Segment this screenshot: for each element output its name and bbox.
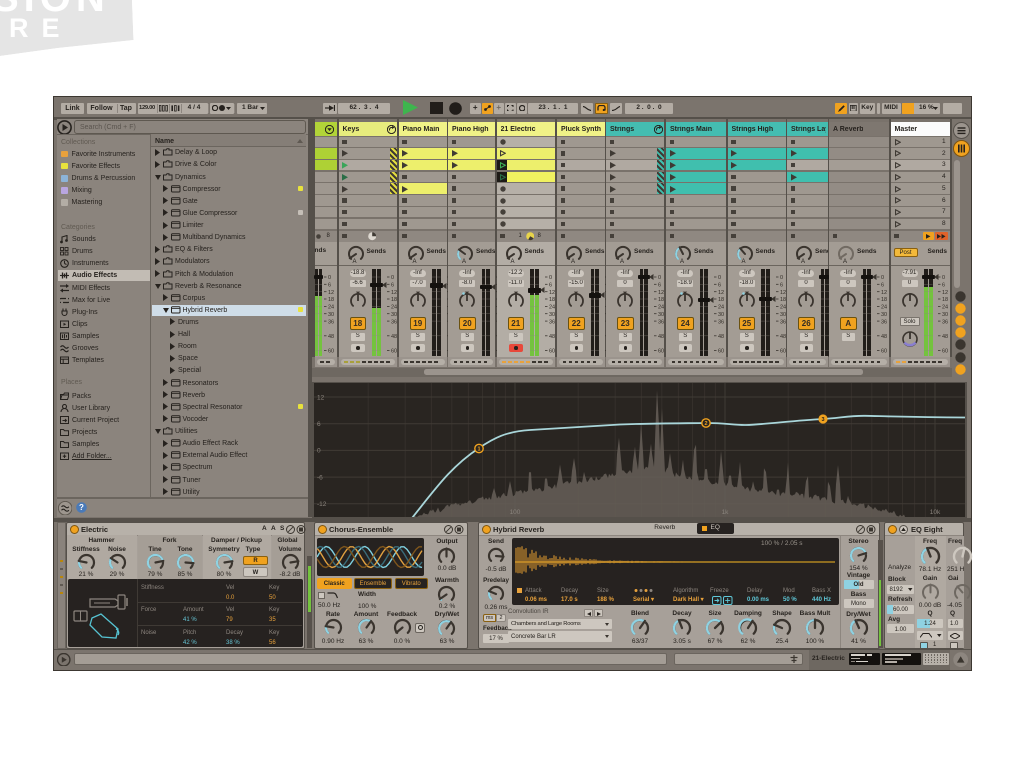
svg-text:18: 18 (718, 297, 724, 303)
svg-text:12: 12 (391, 290, 397, 296)
svg-text:30: 30 (328, 312, 334, 318)
svg-text:18: 18 (549, 297, 555, 303)
svg-text:30: 30 (881, 312, 887, 318)
svg-text:24: 24 (718, 305, 724, 311)
svg-text:0: 0 (780, 275, 783, 281)
svg-text:18: 18 (328, 297, 334, 303)
svg-text:18: 18 (658, 297, 664, 303)
svg-text:60: 60 (942, 349, 948, 355)
svg-text:10k: 10k (930, 509, 941, 516)
svg-text:60: 60 (881, 349, 887, 355)
svg-text:6: 6 (328, 283, 331, 289)
svg-text:-12: -12 (317, 501, 327, 508)
svg-text:36: 36 (391, 319, 397, 325)
svg-text:12: 12 (658, 290, 664, 296)
svg-text:0: 0 (658, 275, 661, 281)
svg-text:0: 0 (328, 275, 331, 281)
svg-text:48: 48 (549, 334, 555, 340)
svg-text:24: 24 (391, 305, 397, 311)
svg-text:ORE: ORE (0, 13, 73, 43)
svg-text:24: 24 (780, 305, 786, 311)
svg-text:60: 60 (718, 349, 724, 355)
svg-text:?: ? (79, 503, 84, 512)
svg-text:18: 18 (942, 297, 948, 303)
svg-text:12: 12 (942, 290, 948, 296)
svg-text:0: 0 (549, 275, 552, 281)
svg-text:6: 6 (881, 283, 884, 289)
svg-text:48: 48 (391, 334, 397, 340)
svg-text:6: 6 (942, 283, 945, 289)
svg-text:18: 18 (391, 297, 397, 303)
svg-text:30: 30 (942, 312, 948, 318)
svg-text:30: 30 (391, 312, 397, 318)
svg-text:36: 36 (780, 319, 786, 325)
svg-text:24: 24 (549, 305, 555, 311)
svg-text:12: 12 (328, 290, 334, 296)
svg-text:0: 0 (881, 275, 884, 281)
svg-text:24: 24 (942, 305, 948, 311)
svg-text:0: 0 (942, 275, 945, 281)
svg-text:12: 12 (549, 290, 555, 296)
svg-text:48: 48 (328, 334, 334, 340)
svg-text:12: 12 (718, 290, 724, 296)
svg-text:3: 3 (821, 417, 824, 423)
svg-text:6: 6 (549, 283, 552, 289)
svg-text:2: 2 (704, 421, 707, 427)
svg-text:12: 12 (317, 394, 325, 401)
svg-text:48: 48 (658, 334, 664, 340)
svg-text:6: 6 (780, 283, 783, 289)
svg-text:60: 60 (391, 349, 397, 355)
svg-text:0: 0 (317, 448, 321, 455)
svg-text:12: 12 (780, 290, 786, 296)
svg-text:1: 1 (477, 447, 480, 453)
svg-text:36: 36 (718, 319, 724, 325)
svg-text:18: 18 (881, 297, 887, 303)
svg-text:60: 60 (328, 349, 334, 355)
svg-text:18: 18 (780, 297, 786, 303)
svg-text:1k: 1k (722, 509, 730, 516)
svg-text:24: 24 (658, 305, 664, 311)
svg-text:48: 48 (881, 334, 887, 340)
svg-text:6: 6 (391, 283, 394, 289)
svg-text:0: 0 (391, 275, 394, 281)
svg-text:60: 60 (780, 349, 786, 355)
svg-text:12: 12 (881, 290, 887, 296)
svg-text:48: 48 (718, 334, 724, 340)
svg-text:30: 30 (780, 312, 786, 318)
svg-text:30: 30 (549, 312, 555, 318)
svg-text:0: 0 (718, 275, 721, 281)
svg-text:36: 36 (328, 319, 334, 325)
svg-text:36: 36 (942, 319, 948, 325)
svg-text:6: 6 (317, 421, 321, 428)
svg-text:48: 48 (942, 334, 948, 340)
svg-text:30: 30 (718, 312, 724, 318)
svg-text:60: 60 (658, 349, 664, 355)
svg-text:36: 36 (658, 319, 664, 325)
svg-text:30: 30 (658, 312, 664, 318)
svg-text:-6: -6 (317, 474, 323, 481)
svg-text:24: 24 (881, 305, 887, 311)
svg-text:100: 100 (510, 509, 521, 516)
svg-text:60: 60 (549, 349, 555, 355)
svg-text:36: 36 (549, 319, 555, 325)
svg-text:24: 24 (328, 305, 334, 311)
svg-text:36: 36 (881, 319, 887, 325)
svg-text:48: 48 (780, 334, 786, 340)
svg-text:6: 6 (658, 283, 661, 289)
svg-text:6: 6 (718, 283, 721, 289)
